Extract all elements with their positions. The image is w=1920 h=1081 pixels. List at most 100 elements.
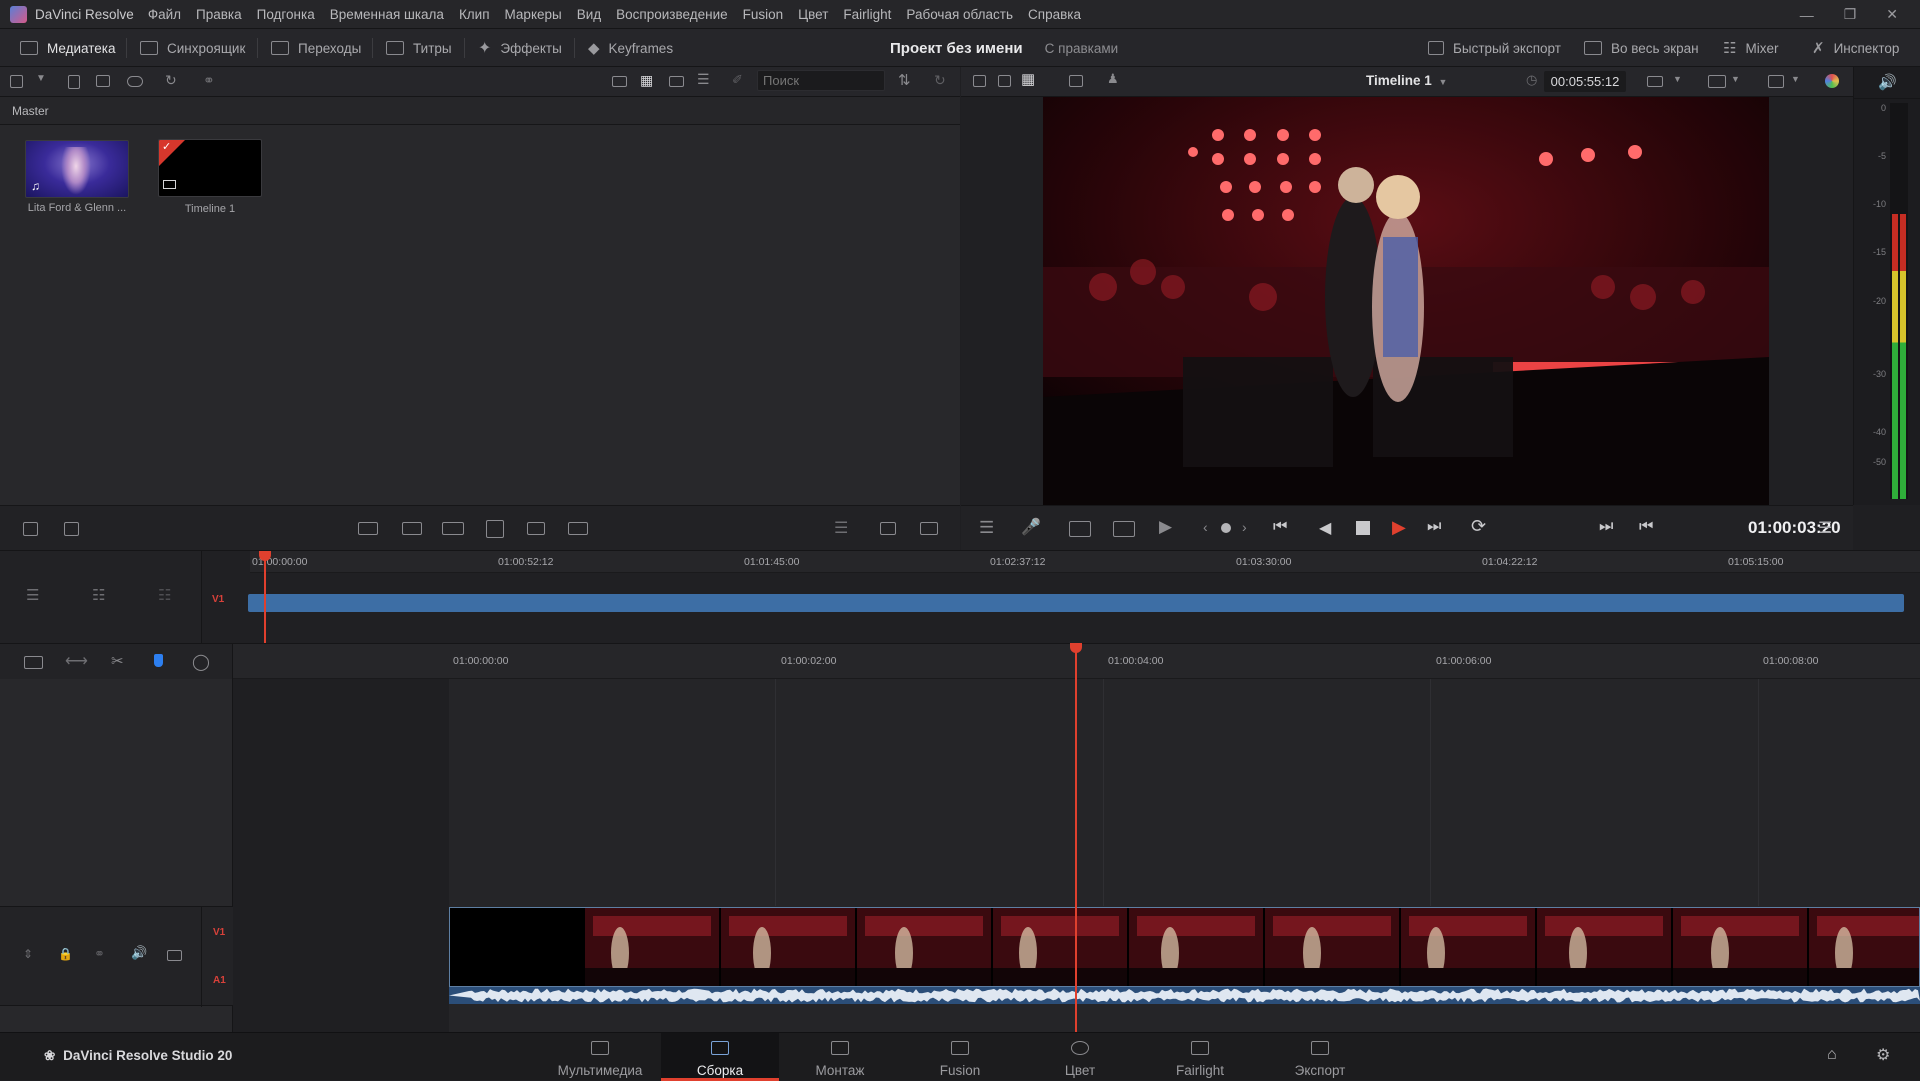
mark-in-icon[interactable]: ⏭: [1599, 518, 1613, 536]
menu-timeline[interactable]: Временная шкала: [330, 7, 444, 22]
page-color[interactable]: Цвет: [1021, 1033, 1139, 1081]
eyedropper-icon[interactable]: ✐: [732, 72, 743, 88]
menu-fairlight[interactable]: Fairlight: [843, 7, 891, 22]
timeline-selector[interactable]: Timeline 1 ▼: [1366, 73, 1447, 88]
source-overwrite-icon[interactable]: [568, 522, 588, 535]
menu-file[interactable]: Файл: [148, 7, 181, 22]
scissors-icon[interactable]: ✂: [111, 652, 124, 670]
source-timeline-icon[interactable]: [998, 75, 1011, 87]
menu-trim[interactable]: Подгонка: [257, 7, 315, 22]
person-icon[interactable]: ♟: [1107, 71, 1119, 87]
metadata-view-icon[interactable]: [612, 76, 627, 87]
waveform-icon[interactable]: [920, 522, 938, 535]
refresh-icon[interactable]: ↻: [934, 72, 946, 89]
append-icon[interactable]: [402, 522, 422, 535]
go-to-end-icon[interactable]: ⏭: [1427, 518, 1441, 536]
sync-icon[interactable]: ↻: [165, 72, 177, 89]
close-icon[interactable]: ✕: [1886, 6, 1898, 23]
link-icon[interactable]: ⚭: [203, 72, 215, 89]
snapping-icon[interactable]: ◯: [192, 652, 210, 672]
audio-waveform-view-icon[interactable]: ☰: [834, 518, 848, 538]
menu-markers[interactable]: Маркеры: [505, 7, 562, 22]
marker-icon[interactable]: [154, 654, 163, 667]
timeline-grid-icon[interactable]: ▦: [1021, 70, 1035, 88]
mixer-button[interactable]: ☷ Mixer: [1723, 29, 1778, 67]
viewer-video-frame[interactable]: [1043, 97, 1769, 505]
source-tape-icon[interactable]: [23, 522, 38, 536]
loop-icon[interactable]: ⟳: [1471, 516, 1486, 537]
filmstrip-view-icon[interactable]: [669, 76, 684, 87]
titles-button[interactable]: Титры: [386, 29, 452, 67]
previous-edit-icon[interactable]: ‹: [1203, 519, 1208, 535]
effects-button[interactable]: ✦ Эффекты: [478, 29, 562, 67]
safe-area-icon[interactable]: [1768, 75, 1784, 88]
page-cut[interactable]: Сборка: [661, 1033, 779, 1081]
menu-color[interactable]: Цвет: [798, 7, 828, 22]
transitions-button[interactable]: Переходы: [271, 29, 361, 67]
playback-resolution-icon[interactable]: [1708, 75, 1726, 88]
lower-playhead[interactable]: [1075, 650, 1077, 1032]
chevron-down-icon[interactable]: ▼: [1791, 74, 1800, 84]
sort-icon[interactable]: ⇅: [898, 71, 911, 89]
headphones-icon[interactable]: ⚭: [94, 946, 105, 962]
source-clip-icon[interactable]: [973, 75, 986, 87]
fullscreen-button[interactable]: Во весь экран: [1584, 29, 1699, 67]
upper-playhead[interactable]: [264, 551, 266, 643]
home-icon[interactable]: ⌂: [1827, 1046, 1837, 1064]
chevron-down-icon[interactable]: ▼: [1673, 74, 1682, 84]
sync-bin-button[interactable]: Синхроящик: [140, 29, 245, 67]
search-input[interactable]: [757, 70, 885, 91]
audio-clip[interactable]: [449, 987, 1920, 1004]
place-on-top-icon[interactable]: [527, 522, 545, 535]
timeline-view-icon[interactable]: [24, 656, 43, 669]
microphone-icon[interactable]: 🎤: [1021, 517, 1041, 537]
thumbnail-view-icon[interactable]: ▦: [640, 72, 653, 89]
menu-help[interactable]: Справка: [1028, 7, 1081, 22]
track-destination-icon[interactable]: ☰: [26, 586, 39, 604]
page-deliver[interactable]: Экспорт: [1261, 1033, 1379, 1081]
page-media[interactable]: Мультимедиа: [541, 1033, 659, 1081]
overview-track[interactable]: [248, 594, 1904, 612]
lock-icon[interactable]: 🔒: [58, 947, 73, 961]
menu-clip[interactable]: Клип: [459, 7, 490, 22]
stop-icon[interactable]: [1356, 521, 1370, 535]
ripple-overwrite-icon[interactable]: [442, 522, 464, 535]
chevron-down-icon[interactable]: ▼: [36, 73, 46, 84]
color-wheel-icon[interactable]: [1825, 74, 1839, 88]
import-media-icon[interactable]: [96, 75, 110, 87]
keyframes-button[interactable]: ◆ Keyframes: [588, 29, 673, 67]
inspector-button[interactable]: ✗ Инспектор: [1812, 29, 1899, 67]
sidebar-toggle-icon[interactable]: [10, 75, 23, 88]
menu-fusion[interactable]: Fusion: [743, 7, 784, 22]
media-pool-button[interactable]: Медиатека: [20, 29, 116, 67]
settings-gear-icon[interactable]: ⚙: [1876, 1045, 1890, 1065]
play-reverse-icon[interactable]: ◀: [1319, 518, 1331, 538]
track-lock-icon[interactable]: ☷: [92, 586, 105, 604]
video-clip[interactable]: [449, 907, 1920, 987]
trim-icon[interactable]: ⟷: [65, 651, 88, 671]
clip-thumbnail[interactable]: ♫: [25, 140, 129, 198]
image-view-icon[interactable]: [880, 522, 896, 535]
page-fairlight[interactable]: Fairlight: [1141, 1033, 1259, 1081]
loop-region-icon[interactable]: ▶: [1159, 517, 1172, 537]
speaker-icon[interactable]: 🔊: [131, 945, 147, 961]
upper-ruler[interactable]: 01:00:00:00 01:00:52:12 01:01:45:00 01:0…: [250, 551, 1920, 573]
menu-playback[interactable]: Воспроизведение: [616, 7, 727, 22]
list-view-icon[interactable]: ☰: [697, 71, 710, 88]
smart-insert-icon[interactable]: [64, 522, 79, 536]
mark-out-icon[interactable]: ⏮: [1639, 518, 1653, 536]
menu-edit[interactable]: Правка: [196, 7, 242, 22]
chevron-down-icon[interactable]: ▼: [1731, 74, 1740, 84]
slate-icon[interactable]: [1069, 521, 1091, 537]
clip-view-icon[interactable]: [167, 950, 182, 961]
go-to-start-icon[interactable]: ⏮: [1273, 518, 1287, 536]
options-menu-icon[interactable]: ☰: [1818, 518, 1832, 538]
page-edit[interactable]: Монтаж: [781, 1033, 899, 1081]
play-icon[interactable]: ▶: [1392, 517, 1406, 538]
menu-view[interactable]: Вид: [577, 7, 601, 22]
cloud-icon[interactable]: [127, 76, 143, 87]
zoom-icon[interactable]: [1647, 76, 1663, 87]
page-fusion[interactable]: Fusion: [901, 1033, 1019, 1081]
restore-icon[interactable]: ❐: [1844, 6, 1857, 23]
menu-workspace[interactable]: Рабочая область: [906, 7, 1013, 22]
